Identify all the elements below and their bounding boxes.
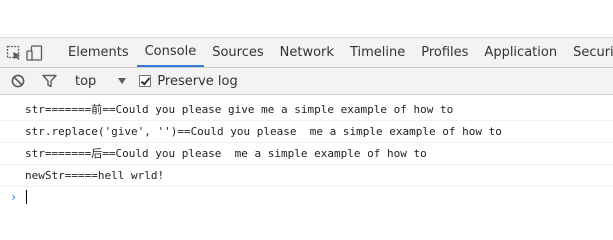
console-output[interactable]: str=======前==Could you please give me a … xyxy=(0,95,613,207)
panel-tabs: Elements Console Sources Network Timelin… xyxy=(60,38,613,67)
console-log-line: newStr=====hell wrld! xyxy=(0,165,613,187)
tab-elements[interactable]: Elements xyxy=(60,38,137,67)
preserve-log-label: Preserve log xyxy=(157,73,238,89)
tab-security[interactable]: Security xyxy=(565,38,613,67)
tab-profiles[interactable]: Profiles xyxy=(413,38,476,67)
tab-sources[interactable]: Sources xyxy=(204,38,271,67)
text-caret xyxy=(26,190,27,204)
page-area xyxy=(0,0,613,37)
device-mode-icon[interactable] xyxy=(26,42,44,64)
clear-console-icon[interactable] xyxy=(10,73,26,89)
devtools-window: Elements Console Sources Network Timelin… xyxy=(0,0,613,225)
console-prompt[interactable]: › xyxy=(0,187,613,207)
tab-application[interactable]: Application xyxy=(476,38,565,67)
tab-timeline[interactable]: Timeline xyxy=(342,38,413,67)
filter-icon[interactable] xyxy=(41,73,57,89)
tab-console[interactable]: Console xyxy=(136,38,205,67)
chevron-down-icon xyxy=(118,78,127,84)
tab-network[interactable]: Network xyxy=(272,38,342,67)
console-log-line: str.replace('give', '')==Could you pleas… xyxy=(0,121,613,143)
preserve-log-checkbox[interactable] xyxy=(139,75,152,87)
console-filterbar: top Preserve log xyxy=(0,68,613,95)
console-log-line: str=======前==Could you please give me a … xyxy=(0,99,613,121)
console-log-line: str=======后==Could you please me a simpl… xyxy=(0,143,613,165)
context-label: top xyxy=(75,73,97,89)
preserve-log-option[interactable]: Preserve log xyxy=(139,73,238,89)
prompt-chevron-icon: › xyxy=(10,190,18,204)
context-selector[interactable]: top xyxy=(75,73,127,89)
devtools-tabbar: Elements Console Sources Network Timelin… xyxy=(0,37,613,68)
inspect-element-icon[interactable] xyxy=(6,42,22,64)
